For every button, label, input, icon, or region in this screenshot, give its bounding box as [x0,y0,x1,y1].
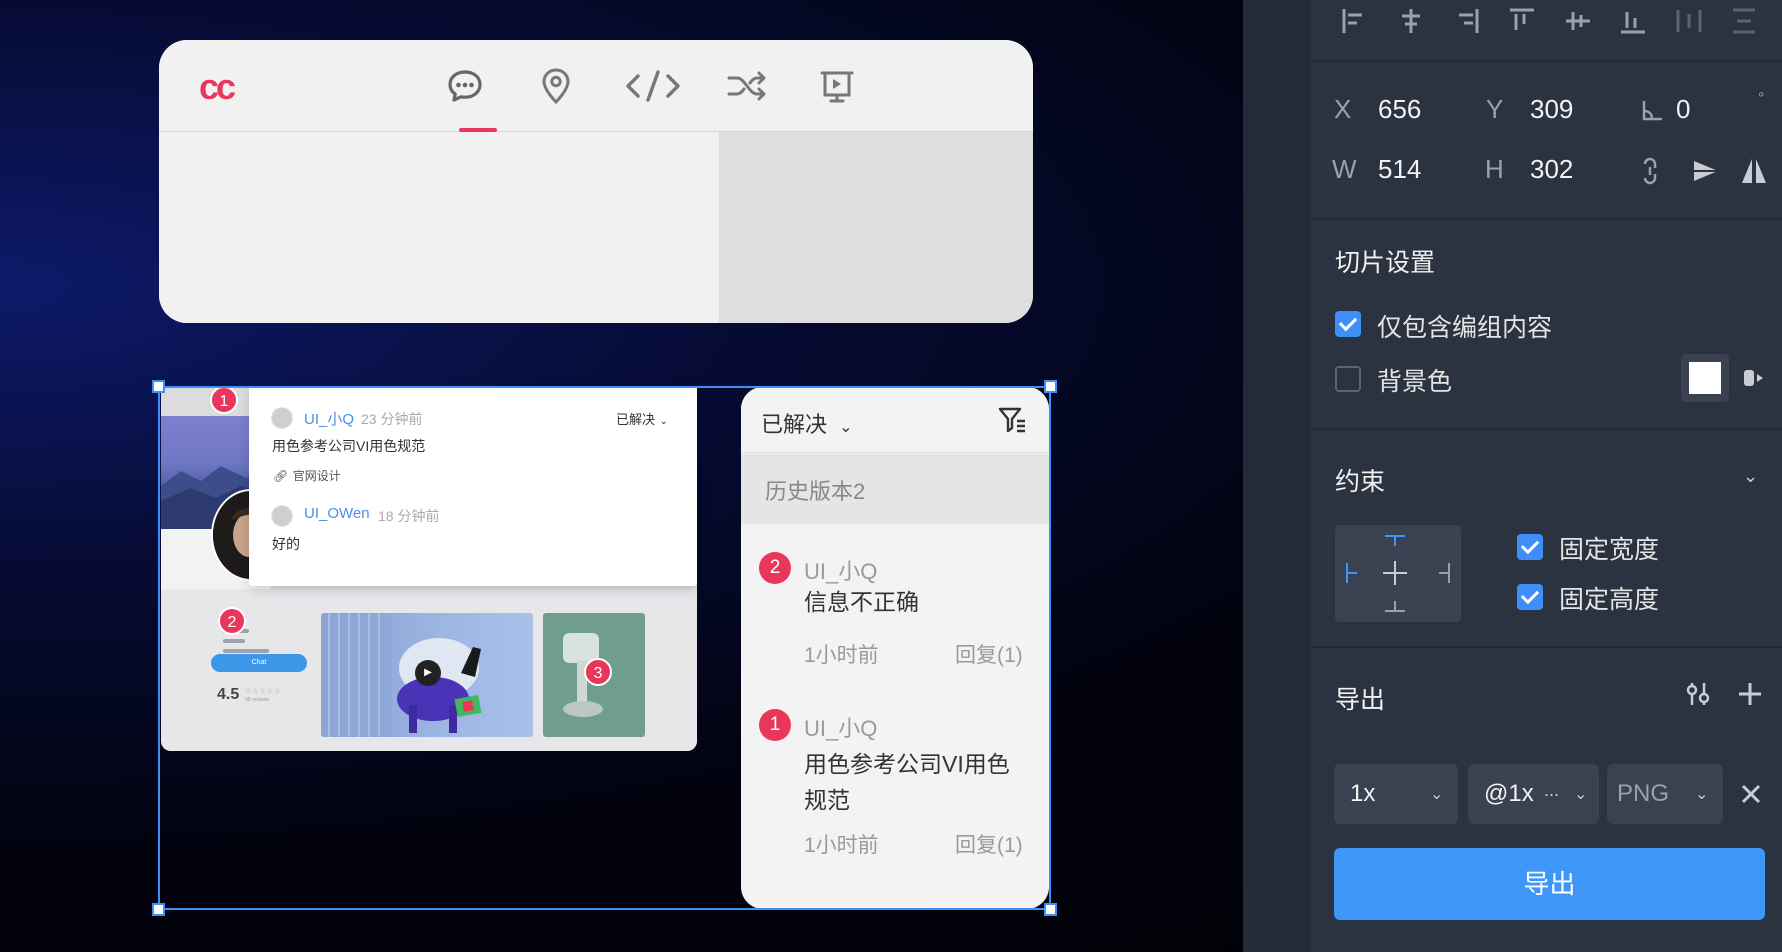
divider [1311,646,1782,648]
export-settings-icon[interactable] [1684,680,1712,708]
chevron-down-icon: ⌄ [1695,786,1709,803]
distribute-horizontal-icon[interactable] [1674,6,1704,36]
x-label: X [1334,94,1352,124]
w-input[interactable]: 514 [1378,154,1421,185]
export-scale-select[interactable]: 1x ⌄ [1334,764,1458,824]
color-swatch-container[interactable] [1681,354,1729,402]
background-color-checkbox[interactable] [1335,366,1361,392]
resize-handle-bottom-left[interactable] [152,903,165,916]
add-export-icon[interactable] [1736,680,1764,708]
cc-logo: cc [199,66,236,107]
flip-vertical-icon[interactable] [1739,156,1769,186]
background-color-label: 背景色 [1377,368,1453,396]
mockup-content-right [719,132,1033,323]
constrain-proportions-icon[interactable] [1636,156,1664,186]
flip-horizontal-icon[interactable] [1691,156,1721,186]
export-suffix-select[interactable]: @1x ... ⌄ [1468,764,1599,824]
location-tab-icon[interactable] [536,66,576,106]
color-swatch [1689,362,1721,394]
fixed-height-label: 固定高度 [1559,586,1660,614]
resize-handle-bottom-right[interactable] [1044,903,1057,916]
panel-gutter [1243,0,1311,952]
group-only-checkbox[interactable] [1335,311,1361,337]
resize-handle-top-right[interactable] [1044,380,1057,393]
rotation-icon [1641,98,1665,122]
fixed-width-label: 固定宽度 [1559,536,1660,564]
app-mockup-card[interactable]: cc [159,40,1033,323]
align-center-h-icon[interactable] [1396,6,1426,36]
mockup-header: cc [159,40,1033,132]
group-only-label: 仅包含编组内容 [1377,314,1553,342]
export-format-value: PNG [1617,780,1670,807]
resize-handle-top-left[interactable] [152,380,165,393]
h-input[interactable]: 302 [1530,154,1573,185]
export-button[interactable]: 导出 [1334,848,1765,920]
constraint-diagram[interactable] [1335,525,1461,622]
align-left-icon[interactable] [1340,6,1370,36]
distribute-vertical-icon[interactable] [1729,6,1759,36]
chat-tab-icon[interactable] [445,66,485,106]
remove-export-icon[interactable] [1739,782,1763,806]
y-input[interactable]: 309 [1530,94,1573,125]
align-center-v-icon[interactable] [1563,6,1593,36]
eyedropper-icon[interactable] [1741,366,1765,390]
divider [1311,428,1782,430]
x-input[interactable]: 656 [1378,94,1421,125]
selection-frame[interactable] [158,386,1051,910]
align-right-icon[interactable] [1451,6,1481,36]
export-title: 导出 [1335,686,1386,714]
divider [1311,218,1782,220]
constraints-title: 约束 [1335,468,1386,496]
chevron-down-icon: ⌄ [1430,786,1444,803]
fixed-width-checkbox[interactable] [1517,534,1543,560]
code-tab-icon[interactable] [624,66,682,106]
rotation-input[interactable]: 0 [1676,94,1690,125]
suffix-more: ... [1544,780,1560,800]
constraints-collapse-chevron-icon[interactable]: ⌄ [1743,466,1758,487]
align-bottom-icon[interactable] [1618,6,1648,36]
chevron-down-icon: ⌄ [1574,786,1588,803]
align-top-icon[interactable] [1507,6,1537,36]
export-suffix-value: @1x [1484,780,1534,807]
presentation-tab-icon[interactable] [817,66,857,106]
degree-unit: ° [1758,90,1765,107]
shuffle-tab-icon[interactable] [727,66,767,106]
y-label: Y [1486,94,1504,124]
w-label: W [1332,154,1357,184]
divider [1311,60,1782,62]
fixed-height-checkbox[interactable] [1517,584,1543,610]
h-label: H [1485,154,1504,184]
property-inspector: X 656 Y 309 0 ° W 514 H 302 切片设置 仅包含编组内容… [1311,0,1782,952]
export-format-select[interactable]: PNG ⌄ [1607,764,1723,824]
export-scale-value: 1x [1350,780,1376,807]
slice-settings-title: 切片设置 [1335,249,1436,277]
mockup-content-left [159,132,719,323]
